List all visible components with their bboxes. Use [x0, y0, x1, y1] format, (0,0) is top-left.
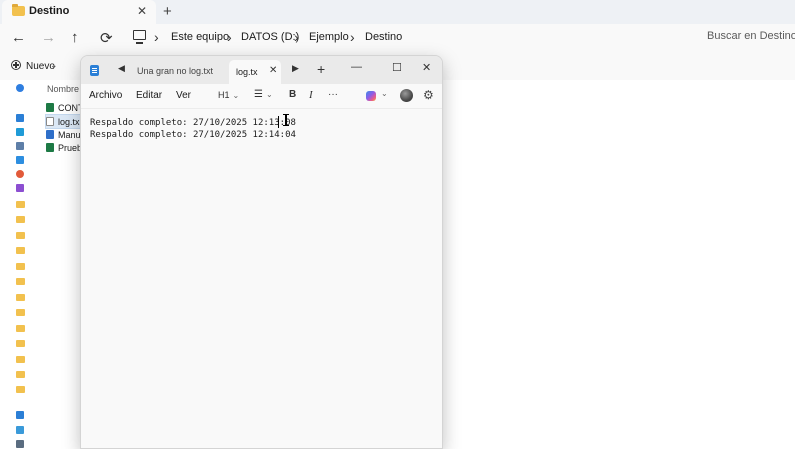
documents-icon[interactable] [16, 142, 24, 150]
text-line: Respaldo completo: 27/10/2025 12:14:04 [90, 130, 296, 140]
folder-icon[interactable] [16, 247, 25, 254]
folder-icon[interactable] [16, 232, 25, 239]
breadcrumb-separator: › [350, 29, 355, 45]
breadcrumb-separator: › [227, 29, 232, 45]
explorer-new-tab-button[interactable]: + [163, 3, 172, 20]
folder-icon[interactable] [16, 278, 25, 285]
text-file-icon [46, 117, 54, 126]
file-row[interactable]: log.tx [45, 114, 81, 129]
minimize-button[interactable]: — [351, 61, 362, 73]
gear-icon[interactable]: ⚙ [423, 88, 434, 102]
desktop-icon[interactable] [16, 114, 24, 122]
script-file-icon [46, 130, 54, 139]
folder-icon[interactable] [16, 263, 25, 270]
list-dropdown[interactable]: ☰ ⌄ [254, 89, 273, 100]
up-arrow-icon[interactable]: ↑ [71, 29, 79, 46]
excel-file-icon [46, 143, 54, 152]
explorer-nav-pane [0, 80, 31, 448]
heading-dropdown[interactable]: H1 ⌄ [218, 90, 239, 100]
file-row[interactable]: CONT [46, 101, 84, 114]
videos-icon[interactable] [16, 184, 24, 192]
drive-icon[interactable] [16, 426, 24, 434]
file-name: log.tx [58, 116, 80, 127]
copilot-icon[interactable] [366, 91, 376, 101]
heading-label: H1 [218, 90, 230, 100]
file-row[interactable]: Manu [46, 128, 81, 141]
tab-active-log[interactable]: log.tx ✕ [229, 60, 281, 84]
chevron-down-icon: ⌄ [265, 90, 273, 99]
tab-inactive[interactable]: Una gran no log.txt [137, 66, 213, 76]
close-tab-icon[interactable]: ✕ [269, 65, 277, 76]
notepad-app-icon [90, 65, 99, 76]
music-icon[interactable] [16, 170, 24, 178]
folder-icon[interactable] [16, 309, 25, 316]
explorer-tab-destino[interactable]: Destino ✕ [2, 0, 156, 24]
computer-icon [133, 30, 146, 44]
menu-editar[interactable]: Editar [136, 90, 162, 101]
pictures-icon[interactable] [16, 156, 24, 164]
file-name: Prueb [58, 142, 83, 153]
chevron-down-icon: ⌄ [232, 91, 240, 100]
folder-icon[interactable] [16, 201, 25, 208]
text-line: Respaldo completo: 27/10/2025 12:13:08 [90, 118, 296, 128]
folder-icon[interactable] [16, 294, 25, 301]
ibeam-cursor-icon [283, 114, 289, 126]
forward-arrow-icon[interactable]: → [41, 29, 56, 46]
tab-active-label: log.tx [236, 67, 258, 77]
text-caret [278, 116, 279, 128]
notepad-window: ◀ Una gran no log.txt log.tx ✕ ▶ + — ☐ ✕… [80, 55, 443, 449]
back-arrow-icon[interactable]: ← [11, 29, 26, 46]
breadcrumb-separator: › [294, 29, 299, 45]
explorer-tab-title: Destino [29, 5, 70, 17]
breadcrumb-este-equipo[interactable]: Este equipo [171, 31, 229, 43]
close-window-button[interactable]: ✕ [422, 61, 431, 74]
explorer-search-input[interactable]: Buscar en Destino [707, 30, 795, 42]
onedrive-icon[interactable] [16, 84, 24, 92]
close-tab-icon[interactable]: ✕ [137, 4, 147, 18]
folder-icon [12, 4, 25, 16]
list-icon: ☰ [254, 89, 263, 100]
tab-scroll-left-icon[interactable]: ◀ [118, 63, 125, 74]
chevron-down-icon[interactable]: ⌄ [50, 60, 58, 71]
menu-ver[interactable]: Ver [176, 90, 191, 101]
this-pc-icon[interactable] [16, 411, 24, 419]
avatar[interactable] [400, 89, 413, 102]
column-header-name[interactable]: Nombre [47, 84, 79, 94]
breadcrumb-ejemplo[interactable]: Ejemplo [309, 31, 349, 43]
plus-circle-icon [11, 60, 21, 70]
maximize-button[interactable]: ☐ [392, 61, 402, 74]
refresh-icon[interactable]: ⟳ [100, 29, 113, 47]
italic-button[interactable]: I [309, 89, 313, 101]
file-row[interactable]: Prueb [46, 141, 82, 154]
notepad-text-area[interactable]: Respaldo completo: 27/10/2025 12:13:08 R… [81, 108, 442, 448]
folder-icon[interactable] [16, 340, 25, 347]
notepad-title-bar[interactable]: ◀ Una gran no log.txt log.tx ✕ ▶ + — ☐ ✕ [81, 56, 442, 84]
explorer-address-bar: ← → ↑ ⟳ › Este equipo › DATOS (D:) › Eje… [0, 24, 795, 52]
menu-archivo[interactable]: Archivo [89, 90, 122, 101]
notepad-menu-bar: Archivo Editar Ver H1 ⌄ ☰ ⌄ B I ··· ⌄ ⚙ [81, 84, 442, 108]
breadcrumb-datos[interactable]: DATOS (D:) [241, 31, 299, 43]
chevron-down-icon[interactable]: ⌄ [381, 89, 388, 98]
tab-scroll-right-icon[interactable]: ▶ [292, 63, 299, 74]
downloads-icon[interactable] [16, 128, 24, 136]
folder-icon[interactable] [16, 386, 25, 393]
new-tab-button[interactable]: + [317, 61, 325, 77]
folder-icon[interactable] [16, 371, 25, 378]
more-options-button[interactable]: ··· [328, 89, 338, 100]
breadcrumb-separator: › [154, 29, 159, 45]
file-name: Manu [58, 129, 81, 140]
explorer-tab-bar: Destino ✕ + [0, 0, 795, 24]
breadcrumb-destino[interactable]: Destino [365, 31, 402, 43]
excel-file-icon [46, 103, 54, 112]
folder-icon[interactable] [16, 356, 25, 363]
bold-button[interactable]: B [289, 89, 296, 100]
folder-icon[interactable] [16, 216, 25, 223]
folder-icon[interactable] [16, 325, 25, 332]
